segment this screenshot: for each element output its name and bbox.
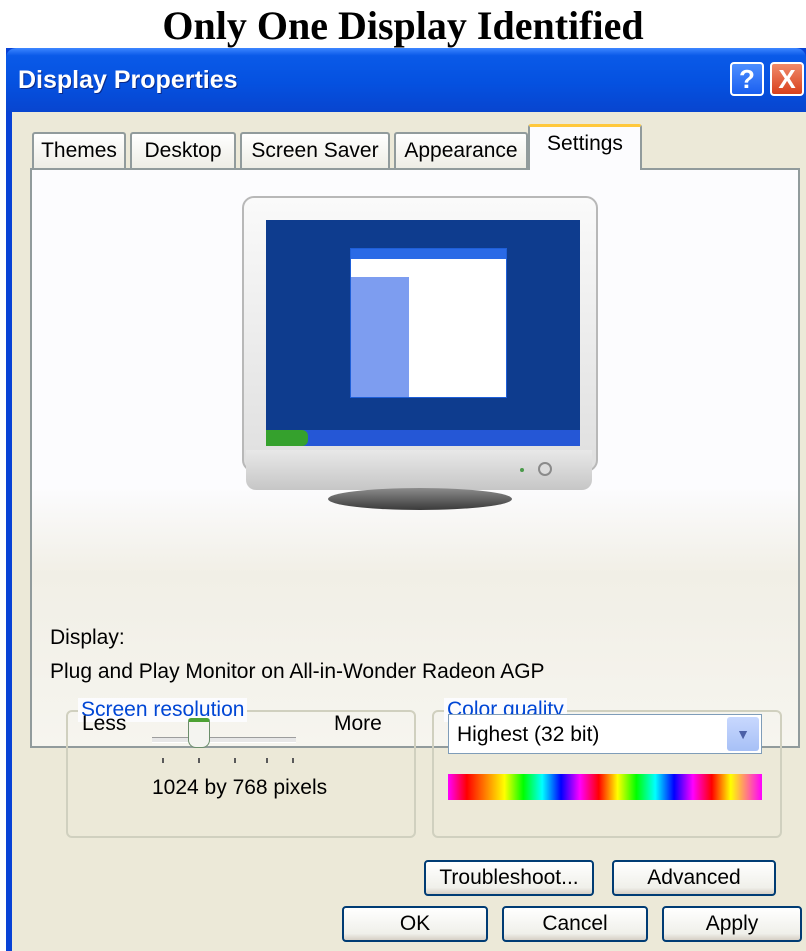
monitor-stand: [328, 488, 512, 510]
monitor-icon: [242, 196, 598, 472]
tab-themes[interactable]: Themes: [32, 132, 126, 168]
title-bar[interactable]: Display Properties ? X: [6, 48, 806, 112]
slider-tick: [234, 758, 236, 763]
power-led: [520, 468, 524, 472]
advanced-button[interactable]: Advanced: [612, 860, 776, 896]
preview-window: [350, 248, 507, 398]
tab-screen-saver[interactable]: Screen Saver: [240, 132, 390, 168]
monitor-base-panel: [246, 450, 592, 490]
color-quality-select[interactable]: Highest (32 bit) ▼: [448, 714, 762, 754]
slider-less-label: Less: [82, 712, 127, 735]
ok-button[interactable]: OK: [342, 906, 488, 942]
preview-start-button: [266, 430, 308, 446]
window-title: Display Properties: [18, 66, 238, 94]
resolution-slider-track[interactable]: [152, 737, 296, 743]
slider-tick: [198, 758, 200, 763]
slider-tick: [266, 758, 268, 763]
preview-window-sidebar: [351, 277, 409, 397]
slider-tick: [292, 758, 294, 763]
monitor-preview-screen: [266, 220, 580, 446]
dialog-body: Themes Desktop Screen Saver Appearance S…: [12, 112, 806, 951]
cancel-button[interactable]: Cancel: [502, 906, 648, 942]
preview-window-titlebar: [351, 249, 506, 259]
resolution-slider-thumb[interactable]: [188, 718, 210, 748]
help-icon[interactable]: ?: [730, 62, 764, 96]
page-heading: Only One Display Identified: [162, 3, 644, 48]
tab-settings[interactable]: Settings: [528, 124, 642, 170]
troubleshoot-button[interactable]: Troubleshoot...: [424, 860, 594, 896]
slider-more-label: More: [334, 712, 382, 735]
preview-taskbar: [266, 430, 580, 446]
close-icon[interactable]: X: [770, 62, 804, 96]
tab-appearance[interactable]: Appearance: [394, 132, 528, 168]
display-properties-window: Display Properties ? X Themes Desktop Sc…: [6, 48, 806, 951]
slider-tick: [162, 758, 164, 763]
color-spectrum-bar: [448, 774, 762, 800]
chevron-down-icon[interactable]: ▼: [727, 717, 759, 751]
resolution-value: 1024 by 768 pixels: [152, 776, 328, 799]
color-quality-value: Highest (32 bit): [457, 723, 600, 746]
display-device-name: Plug and Play Monitor on All-in-Wonder R…: [50, 660, 545, 683]
display-label: Display:: [50, 626, 125, 649]
apply-button[interactable]: Apply: [662, 906, 802, 942]
power-button: [538, 462, 552, 476]
tab-desktop[interactable]: Desktop: [130, 132, 236, 168]
